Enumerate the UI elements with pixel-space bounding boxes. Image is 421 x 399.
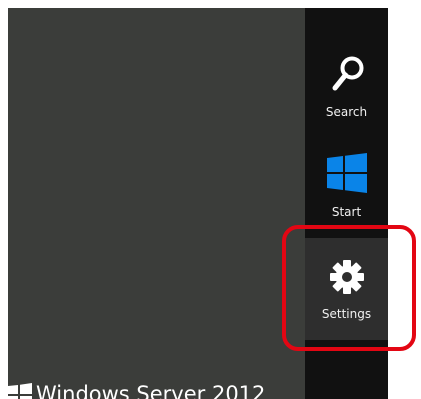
charms-bar: Search Start Settings	[305, 8, 388, 399]
os-branding: Windows Server 2012	[8, 376, 305, 399]
start-charm[interactable]: Start	[305, 148, 388, 232]
desktop-background	[8, 8, 305, 399]
search-charm[interactable]: Search	[305, 48, 388, 132]
screen: Search Start Settings Windows Server 201…	[0, 0, 421, 399]
settings-charm[interactable]: Settings	[305, 238, 388, 340]
settings-charm-label: Settings	[321, 307, 372, 321]
os-name-text: Windows Server 2012	[36, 382, 266, 399]
gear-icon	[330, 260, 364, 294]
windows-flag-icon	[8, 383, 32, 399]
windows-logo-icon	[327, 153, 367, 193]
search-charm-label: Search	[325, 105, 368, 119]
start-charm-label: Start	[331, 205, 362, 219]
search-icon	[332, 56, 364, 91]
